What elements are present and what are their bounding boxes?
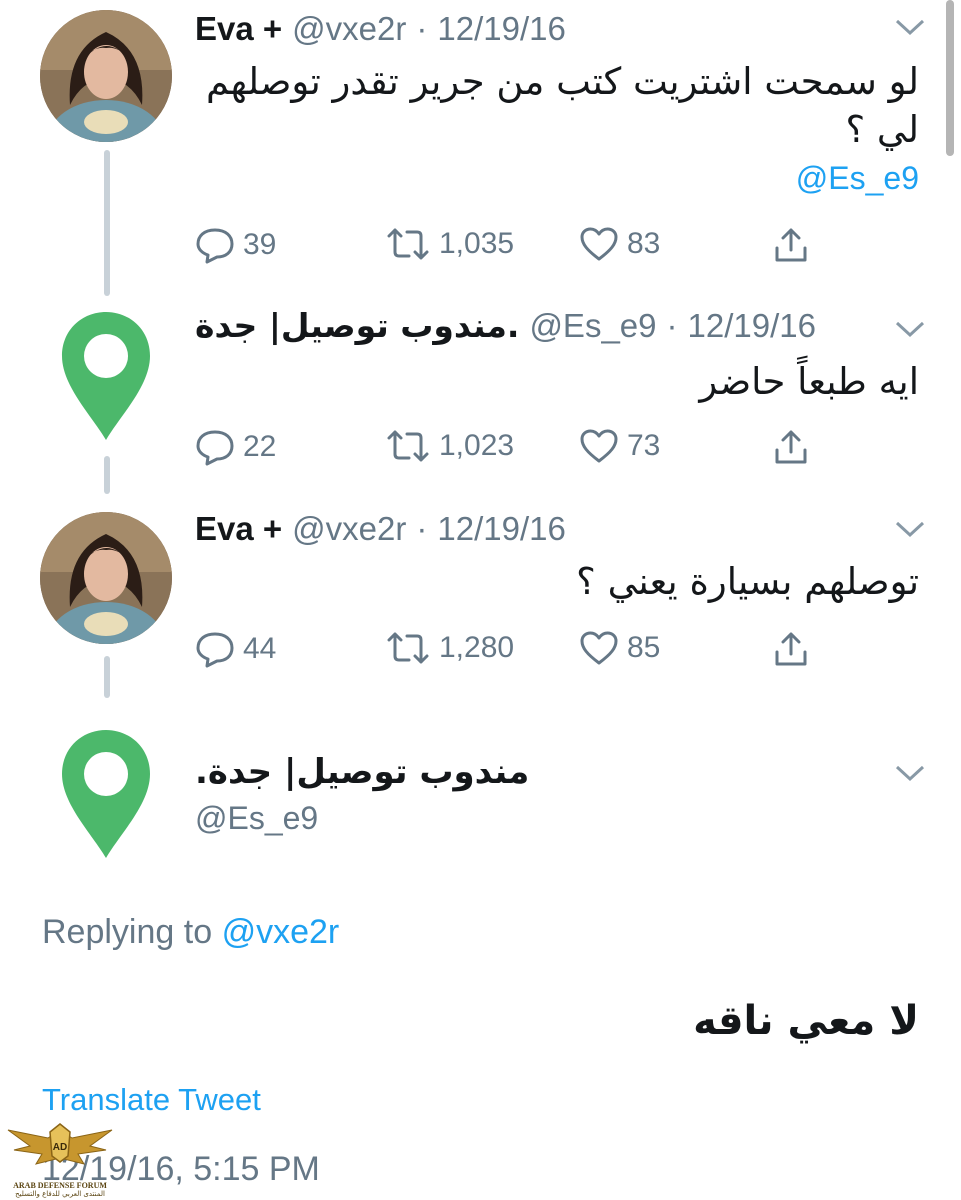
tweet-date[interactable]: 12/19/16 (688, 307, 816, 345)
chevron-down-icon[interactable] (893, 518, 927, 540)
like-count: 83 (627, 227, 661, 260)
chevron-down-icon[interactable] (893, 762, 927, 784)
eagle-wings-icon: AD (7, 1123, 113, 1165)
scrollbar[interactable] (946, 0, 954, 156)
retweet-icon (387, 430, 429, 462)
main-username[interactable]: @Es_e9 (195, 800, 318, 837)
translate-tweet-link[interactable]: Translate Tweet (42, 1082, 261, 1118)
reply-icon (196, 632, 234, 668)
display-name[interactable]: مندوب توصيل| جدة. (195, 306, 519, 345)
username[interactable]: @Es_e9 (529, 307, 656, 345)
heart-icon (580, 429, 618, 463)
retweet-icon (387, 228, 429, 260)
tweet-actions: 44 1,280 85 (195, 630, 815, 674)
avatar-image (40, 10, 172, 142)
like-button[interactable]: 85 (579, 630, 660, 666)
display-name[interactable]: Eva + (195, 510, 282, 548)
tweet-header: Eva + @vxe2r · 12/19/16 (195, 510, 566, 548)
heart-icon (580, 631, 618, 665)
heart-icon (580, 227, 618, 261)
reply-count: 22 (243, 430, 277, 463)
username[interactable]: @vxe2r (292, 510, 406, 548)
watermark-subtitle: المنتدى العربي للدفاع والتسليح (15, 1190, 105, 1198)
thread-line (104, 656, 110, 698)
separator-dot: · (666, 307, 678, 344)
reply-button[interactable]: 22 (195, 428, 276, 466)
like-button[interactable]: 73 (579, 428, 660, 464)
reply-button[interactable]: 44 (195, 630, 276, 668)
replying-to-handle[interactable]: @vxe2r (222, 913, 340, 951)
tweet-date[interactable]: 12/19/16 (437, 10, 565, 48)
tweet-actions: 22 1,023 73 (195, 428, 815, 472)
reply-button[interactable]: 39 (195, 226, 276, 264)
like-button[interactable]: 83 (579, 226, 660, 262)
share-icon (775, 228, 807, 262)
replying-to: Replying to @vxe2r (42, 913, 339, 952)
avatar-image (40, 512, 172, 644)
svg-text:AD: AD (53, 1142, 67, 1153)
username[interactable]: @vxe2r (292, 10, 406, 48)
tweet-header: Eva + @vxe2r · 12/19/16 (195, 10, 566, 48)
retweet-button[interactable]: 1,035 (385, 226, 514, 262)
reply-count: 44 (243, 632, 277, 665)
avatar-eva[interactable] (40, 512, 172, 644)
separator-dot: · (416, 10, 428, 47)
tweet-text-line-1: لو سمحت اشتريت كتب من جرير تقدر توصلهم (206, 60, 919, 103)
tweet-actions: 39 1,035 83 (195, 226, 815, 270)
retweet-button[interactable]: 1,280 (385, 630, 514, 666)
reply-icon (196, 430, 234, 466)
retweet-count: 1,023 (439, 429, 515, 462)
share-button[interactable] (773, 630, 809, 668)
like-count: 85 (627, 631, 661, 664)
tweet-header: مندوب توصيل| جدة. @Es_e9 · 12/19/16 (195, 306, 816, 345)
reply-count: 39 (243, 228, 277, 261)
thread-line (104, 456, 110, 494)
watermark-logo: AD ARAB DEFENSE FORUM المنتدى العربي للد… (0, 1120, 120, 1198)
tweet-date[interactable]: 12/19/16 (437, 510, 565, 548)
retweet-icon (387, 632, 429, 664)
reply-icon (196, 228, 234, 264)
share-icon (775, 632, 807, 666)
chevron-down-icon[interactable] (893, 16, 927, 38)
main-tweet-text: لا معي ناقه (693, 998, 919, 1044)
like-count: 73 (627, 429, 661, 462)
location-pin-avatar-icon[interactable] (58, 308, 154, 442)
display-name[interactable]: Eva + (195, 10, 282, 48)
retweet-button[interactable]: 1,023 (385, 428, 514, 464)
tweet-text-line-2: لي ؟ (845, 108, 919, 151)
watermark-title: ARAB DEFENSE FORUM (13, 1181, 107, 1190)
share-icon (775, 430, 807, 464)
thread-line (104, 150, 110, 296)
tweet-text: لو سمحت اشتريت كتب من جرير تقدر توصلهم ل… (199, 58, 919, 154)
tweet-text: ايه طبعاً حاضر (699, 360, 919, 403)
main-display-name[interactable]: مندوب توصيل| جدة. (195, 752, 529, 792)
tweet-text: توصلهم بسيارة يعني ؟ (576, 560, 919, 603)
share-button[interactable] (773, 428, 809, 466)
retweet-count: 1,035 (439, 227, 515, 260)
share-button[interactable] (773, 226, 809, 264)
mention-link[interactable]: @Es_e9 (796, 160, 919, 197)
separator-dot: · (416, 510, 428, 547)
location-pin-avatar-icon[interactable] (58, 726, 154, 860)
avatar-eva[interactable] (40, 10, 172, 142)
chevron-down-icon[interactable] (893, 318, 927, 340)
replying-to-label: Replying to (42, 913, 213, 951)
retweet-count: 1,280 (439, 631, 515, 664)
